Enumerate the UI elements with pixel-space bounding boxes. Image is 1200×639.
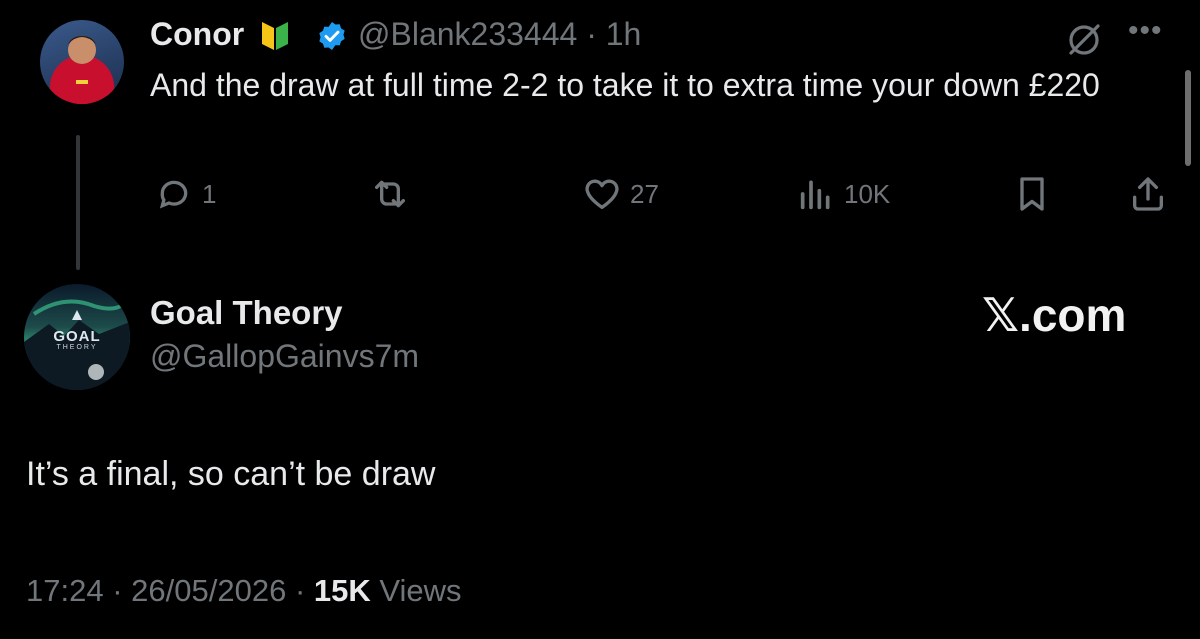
more-icon[interactable]: ••• [1128, 14, 1163, 48]
parent-handle-time: @Blank233444 · 1h [358, 16, 641, 53]
reply-button[interactable]: 1 [154, 172, 216, 216]
share-button[interactable] [1128, 172, 1168, 216]
main-author-handle[interactable]: @GallopGainvs7m [150, 338, 419, 375]
tweet-meta: 17:24 · 26/05/2026 · 15K Views [26, 573, 462, 609]
repost-icon [375, 180, 405, 208]
x-watermark: 𝕏.com [982, 289, 1127, 341]
parent-tweet-text: And the draw at full time 2-2 to take it… [150, 67, 1100, 103]
main-avatar[interactable]: GOAL THEORY [24, 284, 130, 390]
beginner-badge-icon [262, 22, 288, 50]
bookmark-button[interactable] [1012, 172, 1052, 216]
reply-icon [159, 180, 188, 209]
dot-separator: · [112, 573, 123, 608]
main-author-name[interactable]: Goal Theory [150, 294, 343, 332]
tweet-time[interactable]: 17:24 [26, 573, 104, 608]
like-count: 27 [630, 178, 659, 209]
bookmark-icon [1020, 177, 1044, 211]
grok-icon[interactable] [1064, 20, 1104, 60]
share-icon [1133, 177, 1163, 211]
views-icon [800, 180, 830, 210]
views-label: Views [379, 573, 462, 608]
views-button[interactable]: 10K [796, 172, 890, 216]
dot-separator: · [586, 16, 597, 52]
tweet-date[interactable]: 26/05/2026 [131, 573, 286, 608]
parent-avatar[interactable] [40, 20, 124, 104]
avatar-logo-subtext: THEORY [56, 344, 98, 351]
parent-timestamp[interactable]: 1h [606, 16, 642, 52]
like-icon [585, 179, 619, 209]
verified-badge-icon [319, 22, 345, 50]
dot-separator: · [294, 573, 306, 608]
avatar-logo-text: GOAL [53, 328, 101, 345]
main-tweet-text: It’s a final, so can’t be draw [26, 455, 436, 493]
reply-count: 1 [202, 178, 217, 209]
thread-line [76, 135, 80, 270]
views-count: 10K [844, 178, 891, 209]
parent-author-name[interactable]: Conor [150, 16, 244, 53]
repost-button[interactable] [370, 172, 418, 216]
views-count: 15K [313, 573, 371, 608]
like-button[interactable]: 27 [582, 172, 659, 216]
scrollbar[interactable] [1185, 70, 1191, 166]
parent-author-handle[interactable]: @Blank233444 [358, 16, 577, 52]
